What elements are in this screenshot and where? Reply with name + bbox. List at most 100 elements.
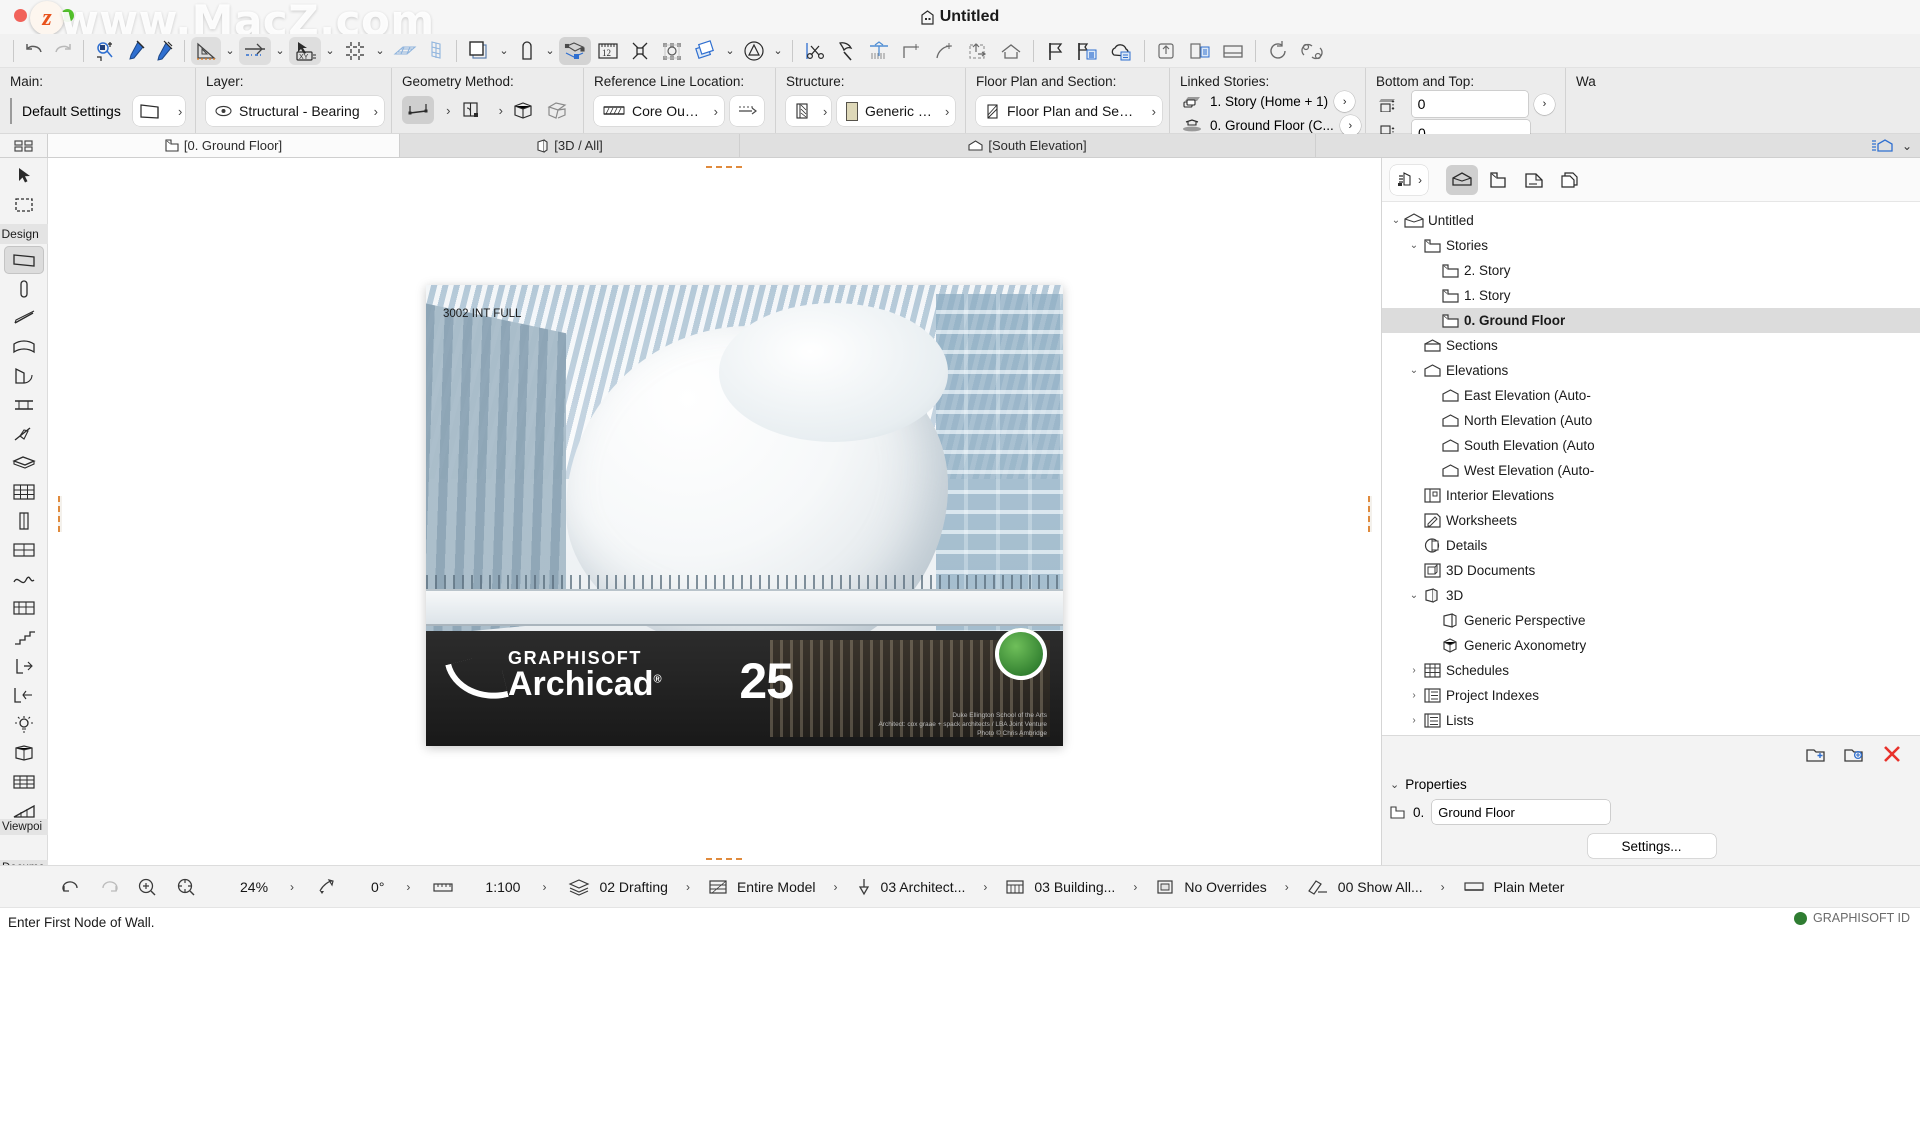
nav-tab-layout-book[interactable]: [1518, 165, 1550, 195]
nav-item-west-elevation[interactable]: West Elevation (Auto-: [1382, 458, 1920, 483]
chevron-down-icon-layers[interactable]: ⌄: [496, 38, 512, 64]
syringe-inject-icon[interactable]: [150, 37, 178, 65]
send-receive-icon[interactable]: [1184, 37, 1216, 65]
chevron-right-icon-structure[interactable]: ›: [824, 880, 848, 894]
zoom-plus-button[interactable]: [128, 877, 166, 897]
layer-combination[interactable]: 02 Drafting: [560, 878, 675, 896]
ruler-12-icon[interactable]: 12: [592, 37, 624, 65]
teamwork-icon[interactable]: [1151, 37, 1183, 65]
nav-item-elevations[interactable]: ⌄ Elevations: [1382, 358, 1920, 383]
object-icon[interactable]: [4, 681, 44, 709]
navigator-preview-icon[interactable]: [1870, 137, 1898, 155]
zone-icon[interactable]: [4, 652, 44, 680]
keystone-icon[interactable]: [513, 37, 541, 65]
rectangular-wall-method-button[interactable]: [507, 96, 539, 124]
linked-story-bottom-button[interactable]: ›: [1339, 115, 1361, 136]
nav-item-worksheets[interactable]: Worksheets: [1382, 508, 1920, 533]
chevron-right-icon-scale[interactable]: ›: [528, 880, 560, 894]
new-view-icon[interactable]: [1805, 744, 1827, 764]
nav-item-story-1[interactable]: 1. Story: [1382, 283, 1920, 308]
wall-default-settings-button[interactable]: ›: [133, 96, 185, 126]
nav-item-lists[interactable]: › Lists: [1382, 708, 1920, 733]
nav-item-schedules[interactable]: › Schedules: [1382, 658, 1920, 683]
curtain-wall-tool[interactable]: [4, 333, 44, 361]
reserve-icon[interactable]: [1217, 37, 1249, 65]
scissors-split-icon[interactable]: [799, 37, 829, 65]
grid-snap-icon[interactable]: [90, 37, 120, 65]
chevron-right-icon[interactable]: ›: [1406, 715, 1422, 726]
graphisoft-id-status[interactable]: GRAPHISOFT ID: [1793, 911, 1910, 925]
graphic-override-combination[interactable]: No Overrides: [1147, 878, 1274, 896]
chevron-down-icon[interactable]: ⌄: [1406, 240, 1422, 251]
palette-toggle-button[interactable]: [0, 134, 48, 157]
chevron-right-icon-mvo[interactable]: ›: [1123, 880, 1147, 894]
top-offset-input[interactable]: 0: [1411, 91, 1528, 117]
straight-wall-method-button[interactable]: [402, 96, 434, 124]
eyedropper-icon[interactable]: [121, 37, 149, 65]
renovation-filter[interactable]: 00 Show All...: [1299, 878, 1431, 896]
linked-story-top-button[interactable]: ›: [1334, 91, 1356, 112]
chevron-right-icon-renov[interactable]: ›: [1431, 880, 1455, 894]
dimension-settings[interactable]: Plain Meter: [1455, 878, 1573, 896]
xy-cursor-icon[interactable]: XY: [289, 36, 321, 65]
resize-box-icon[interactable]: [962, 37, 994, 65]
arrow-select-tool[interactable]: [4, 162, 44, 190]
nav-tab-project-map[interactable]: [1446, 164, 1478, 195]
zoom-back-button[interactable]: [52, 877, 90, 897]
cloud-list-icon[interactable]: [1104, 37, 1138, 65]
grid-plane-icon[interactable]: [422, 37, 450, 65]
drawing-canvas[interactable]: 3002 INT FULL GRAPHISOFT Archicad® 25 Du…: [48, 158, 1380, 865]
overlay-sheets-icon[interactable]: [689, 37, 721, 65]
shell-icon[interactable]: [4, 507, 44, 535]
chevron-down-icon-grid[interactable]: ⌄: [372, 38, 388, 64]
layers-square-icon[interactable]: [463, 37, 495, 65]
nav-tab-view-map[interactable]: [1482, 165, 1514, 195]
nav-item-south-elevation[interactable]: South Elevation (Auto: [1382, 433, 1920, 458]
tab-south-elevation[interactable]: [South Elevation]: [740, 134, 1316, 157]
chevron-down-icon-override[interactable]: ⌄: [770, 38, 786, 64]
properties-header[interactable]: ⌄ Properties: [1382, 772, 1920, 796]
triangle-ruler-icon[interactable]: [191, 36, 221, 65]
nav-item-north-elevation[interactable]: North Elevation (Auto: [1382, 408, 1920, 433]
flag-icon[interactable]: [1040, 37, 1070, 65]
chevron-down-icon-snap[interactable]: ⌄: [272, 38, 288, 64]
undo-button[interactable]: [20, 37, 48, 65]
curved-wall-method-button[interactable]: [455, 96, 487, 124]
layer-dropdown[interactable]: Structural - Bearing ›: [206, 96, 384, 126]
flag-list-icon[interactable]: [1071, 37, 1103, 65]
chevron-down-icon-keystone[interactable]: ⌄: [542, 38, 558, 64]
slanted-wall-method-button[interactable]: [541, 96, 573, 124]
chevron-down-icon-xy[interactable]: ⌄: [322, 38, 338, 64]
railing-icon[interactable]: [4, 594, 44, 622]
snap-segment-icon[interactable]: [239, 36, 271, 65]
nav-item-sections[interactable]: Sections: [1382, 333, 1920, 358]
nav-item-interior-elevations[interactable]: Interior Elevations: [1382, 483, 1920, 508]
chevron-right-icon-curved[interactable]: ›: [497, 103, 505, 118]
nav-item-project-indexes[interactable]: › Project Indexes: [1382, 683, 1920, 708]
wall-tool[interactable]: [3, 246, 44, 274]
chevron-right-icon-orient[interactable]: ›: [392, 880, 424, 894]
marquee-x-icon[interactable]: [625, 37, 655, 65]
chevron-right-icon[interactable]: ›: [1406, 690, 1422, 701]
circle-triangle-icon[interactable]: [739, 37, 769, 65]
stair-icon[interactable]: [4, 623, 44, 651]
model-view-options[interactable]: 03 Building...: [997, 878, 1123, 896]
chevron-down-icon-tabbar[interactable]: ⌄: [1902, 139, 1912, 153]
chevron-right-icon-override2[interactable]: ›: [1275, 880, 1299, 894]
magic-wand-icon[interactable]: [830, 37, 862, 65]
fit-window-button[interactable]: [166, 877, 206, 897]
chevron-right-icon-geom[interactable]: ›: [444, 103, 452, 118]
flip-reference-button[interactable]: [730, 96, 764, 126]
bottom-top-expand-button[interactable]: ›: [1534, 93, 1555, 115]
window-tool[interactable]: [4, 391, 44, 419]
crosshair-grid-icon[interactable]: [339, 37, 371, 65]
chevron-down-icon-guides[interactable]: ⌄: [222, 38, 238, 64]
nav-item-generic-perspective[interactable]: Generic Perspective: [1382, 608, 1920, 633]
slab-tool[interactable]: [4, 449, 44, 477]
floor-plan-dropdown[interactable]: Floor Plan and Section... ›: [976, 96, 1162, 126]
nav-item-untitled[interactable]: ⌄ Untitled: [1382, 208, 1920, 233]
house-icon[interactable]: [995, 37, 1027, 65]
chevron-down-icon[interactable]: ⌄: [1406, 365, 1422, 376]
navigator-settings-button[interactable]: ›: [1390, 164, 1428, 195]
orientation-tool[interactable]: 0°: [308, 877, 392, 897]
